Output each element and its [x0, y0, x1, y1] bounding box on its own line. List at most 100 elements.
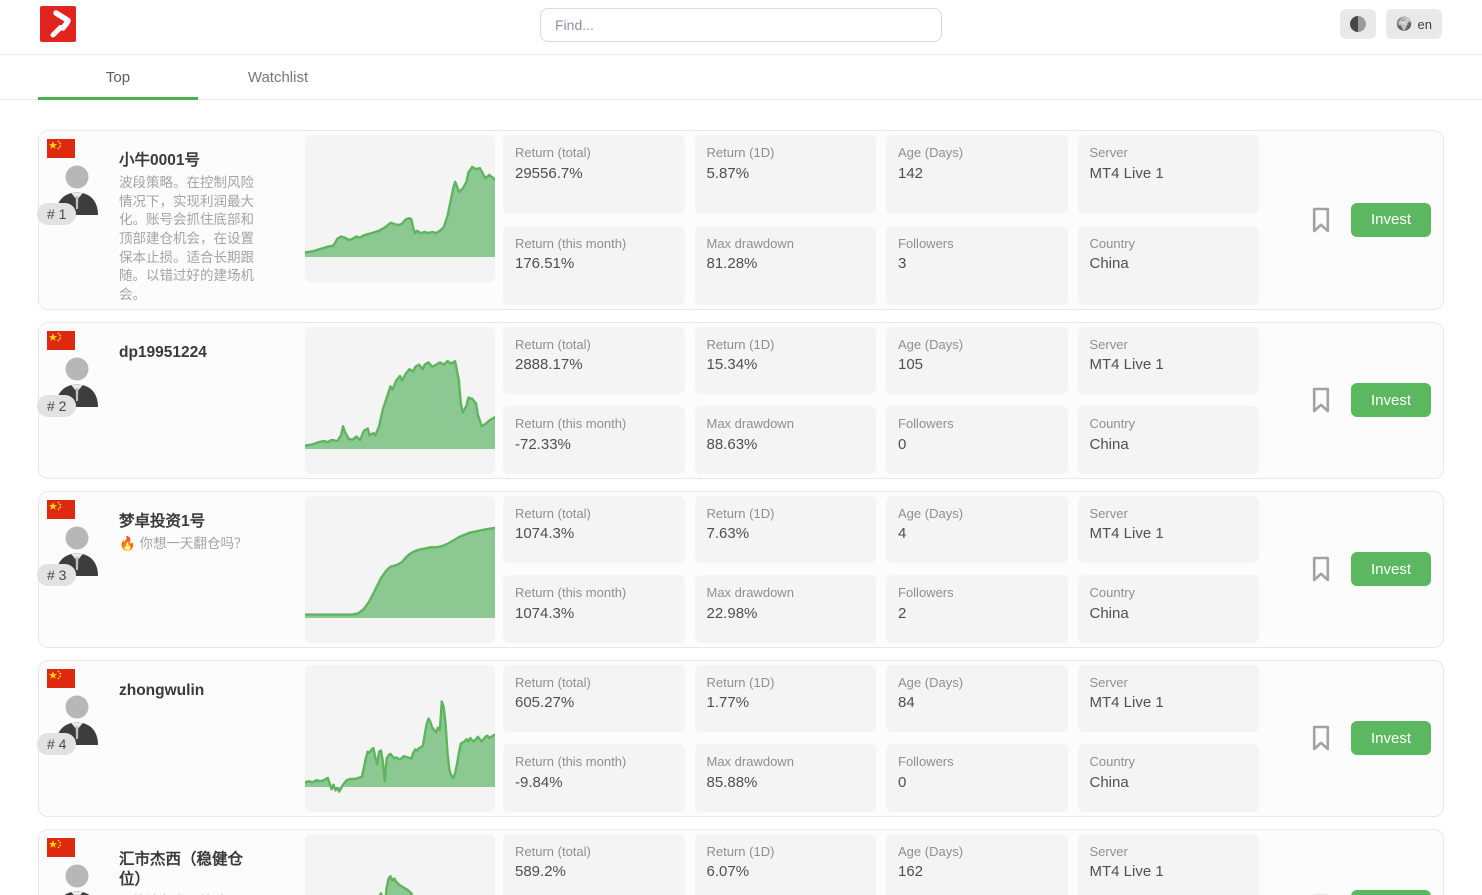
bookmark-icon[interactable] — [1311, 387, 1331, 413]
stat-label: Server — [1090, 335, 1248, 355]
stat-tile: Followers3 — [886, 226, 1068, 305]
trader-name[interactable]: 梦卓投资1号 — [119, 512, 261, 532]
stat-tile: CountryChina — [1078, 406, 1260, 474]
trader-card: # 5 汇市杰西（稳健仓位） 顺势波段交易策略 Return (total)58… — [38, 829, 1444, 895]
stat-label: Server — [1090, 143, 1248, 163]
trader-name[interactable]: dp19951224 — [119, 343, 261, 363]
stat-label: Age (Days) — [898, 504, 1056, 524]
stat-label: Max drawdown — [707, 752, 865, 772]
stat-tile: ServerMT4 Live 1 — [1078, 834, 1260, 895]
stat-tile: Followers0 — [886, 406, 1068, 474]
stat-value: 0 — [898, 434, 1056, 457]
language-label: en — [1418, 17, 1432, 32]
stat-value: 84 — [898, 692, 1056, 715]
stat-value: 1074.3% — [515, 603, 673, 626]
tab-watchlist[interactable]: Watchlist — [198, 55, 358, 99]
stat-tile: Return (1D)1.77% — [695, 665, 877, 733]
stat-value: MT4 Live 1 — [1090, 692, 1248, 715]
bookmark-icon[interactable] — [1311, 725, 1331, 751]
stat-label: Max drawdown — [707, 414, 865, 434]
stat-label: Return (1D) — [707, 842, 865, 862]
stat-value: 22.98% — [707, 603, 865, 626]
bookmark-icon[interactable] — [1311, 207, 1331, 233]
stat-tile: Age (Days)84 — [886, 665, 1068, 733]
trader-card: # 2 dp19951224 Return (total)2888.17% Ret… — [38, 322, 1444, 479]
stat-tile: ServerMT4 Live 1 — [1078, 665, 1260, 733]
trader-name[interactable]: 汇市杰西（稳健仓位） — [119, 850, 261, 890]
stat-label: Followers — [898, 583, 1056, 603]
stat-label: Server — [1090, 842, 1248, 862]
stat-tile: Max drawdown85.88% — [695, 744, 877, 812]
invest-button[interactable]: Invest — [1351, 890, 1431, 895]
stat-value: China — [1090, 603, 1248, 626]
stat-label: Return (1D) — [707, 504, 865, 524]
app-logo[interactable] — [40, 6, 76, 42]
trader-card: # 1 小牛0001号 波段策略。在控制风险情况下，实现利润最大化。账号会抓住底… — [38, 130, 1444, 310]
stat-value: 162 — [898, 861, 1056, 884]
invest-button[interactable]: Invest — [1351, 383, 1431, 417]
stats-grid: Return (total) 1074.3% Return (1D)7.63% Age… — [503, 496, 1259, 643]
stat-label: Return (1D) — [707, 335, 865, 355]
rank-badge: # 4 — [37, 733, 76, 755]
stat-tile: Return (total)589.2% — [503, 834, 685, 895]
card-actions: Invest — [1267, 665, 1431, 812]
stat-value: MT4 Live 1 — [1090, 163, 1248, 186]
stat-label: Age (Days) — [898, 335, 1056, 355]
stat-label: Followers — [898, 752, 1056, 772]
stat-value: 1.77% — [707, 692, 865, 715]
stat-tile: ServerMT4 Live 1 — [1078, 496, 1260, 564]
stat-label: Country — [1090, 414, 1248, 434]
stat-value: MT4 Live 1 — [1090, 523, 1248, 546]
stat-value: MT4 Live 1 — [1090, 354, 1248, 377]
stat-label: Return (this month) — [515, 234, 673, 254]
stat-tile: Return (1D)7.63% — [695, 496, 877, 564]
stat-tile: CountryChina — [1078, 575, 1260, 643]
trader-name[interactable]: zhongwulin — [119, 681, 261, 701]
china-flag-icon — [47, 838, 75, 857]
stat-tile: Return (total)2888.17% — [503, 327, 685, 395]
search-input[interactable] — [540, 8, 942, 42]
stat-label: Return (total) — [515, 504, 673, 524]
stat-tile: ServerMT4 Live 1 — [1078, 135, 1260, 214]
invest-button[interactable]: Invest — [1351, 721, 1431, 755]
invest-button[interactable]: Invest — [1351, 552, 1431, 586]
trader-info: # 5 汇市杰西（稳健仓位） 顺势波段交易策略 — [51, 834, 297, 895]
tab-top[interactable]: Top — [38, 55, 198, 99]
stat-label: Return (1D) — [707, 673, 865, 693]
trader-name[interactable]: 小牛0001号 — [119, 151, 261, 171]
stat-tile: Age (Days)105 — [886, 327, 1068, 395]
language-button[interactable]: 🌍 en — [1386, 9, 1442, 39]
rank-badge: # 1 — [37, 203, 76, 225]
trader-card: # 3 梦卓投资1号 🔥 你想一天翻仓吗？ Return (total) 1074… — [38, 491, 1444, 648]
stat-value: 29556.7% — [515, 163, 673, 186]
trader-info: # 1 小牛0001号 波段策略。在控制风险情况下，实现利润最大化。账号会抓住底… — [51, 135, 297, 305]
stat-value: 6.07% — [707, 861, 865, 884]
stat-value: China — [1090, 253, 1248, 276]
stat-label: Age (Days) — [898, 143, 1056, 163]
stat-label: Return (this month) — [515, 414, 673, 434]
stat-tile: CountryChina — [1078, 226, 1260, 305]
card-actions: Invest — [1267, 834, 1431, 895]
stat-label: Return (total) — [515, 673, 673, 693]
stat-label: Return (total) — [515, 842, 673, 862]
stat-label: Return (total) — [515, 143, 673, 163]
rank-badge: # 2 — [37, 395, 76, 417]
invest-button[interactable]: Invest — [1351, 203, 1431, 237]
stat-tile: Age (Days)142 — [886, 135, 1068, 214]
performance-chart — [305, 327, 495, 474]
performance-chart — [305, 496, 495, 643]
stat-label: Server — [1090, 504, 1248, 524]
theme-toggle-button[interactable] — [1340, 9, 1376, 39]
stats-grid: Return (total)29556.7%Return (1D)5.87%Ag… — [503, 135, 1259, 305]
trader-list: # 1 小牛0001号 波段策略。在控制风险情况下，实现利润最大化。账号会抓住底… — [0, 100, 1482, 895]
stat-label: Followers — [898, 414, 1056, 434]
stat-label: Country — [1090, 752, 1248, 772]
stat-value: 605.27% — [515, 692, 673, 715]
bookmark-icon[interactable] — [1311, 556, 1331, 582]
stat-tile: Return (this month)-9.84% — [503, 744, 685, 812]
stat-tile: Max drawdown81.28% — [695, 226, 877, 305]
stat-value: 85.88% — [707, 772, 865, 795]
stat-label: Country — [1090, 583, 1248, 603]
trader-info: # 3 梦卓投资1号 🔥 你想一天翻仓吗？ — [51, 496, 297, 643]
stat-value: 3 — [898, 253, 1056, 276]
